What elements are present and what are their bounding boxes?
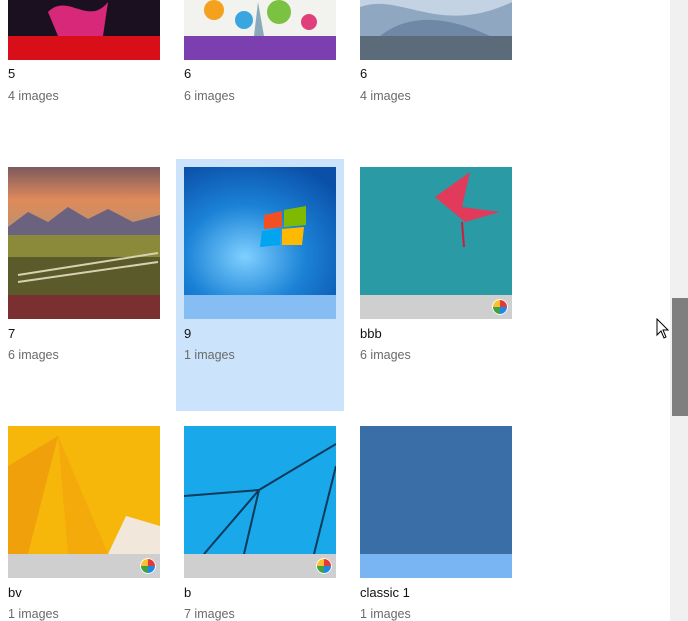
color-wheel-icon	[140, 558, 156, 574]
theme-tile-9[interactable]: 9 1 images	[184, 167, 336, 367]
theme-image-count: 1 images	[8, 607, 59, 621]
theme-name: 6	[184, 66, 192, 81]
theme-image-count: 6 images	[8, 348, 59, 362]
theme-thumbnail	[8, 426, 160, 554]
theme-name: 6	[360, 66, 368, 81]
scrollbar-thumb[interactable]	[672, 298, 688, 416]
theme-name: bbb	[360, 326, 382, 341]
theme-color-strip	[360, 554, 512, 578]
theme-image-count: 1 images	[360, 607, 411, 621]
theme-tile-classic-1[interactable]: classic 1 1 images	[360, 426, 512, 621]
theme-name: classic 1	[360, 585, 410, 600]
theme-color-strip	[8, 36, 160, 60]
theme-image-count: 7 images	[184, 607, 235, 621]
theme-color-strip	[184, 36, 336, 60]
theme-thumbnail	[360, 426, 512, 554]
theme-name: 5	[8, 66, 16, 81]
theme-thumbnail	[360, 167, 512, 295]
theme-color-strip	[184, 295, 336, 319]
theme-tile-bv[interactable]: bv 1 images	[8, 426, 160, 621]
theme-color-strip	[184, 554, 336, 578]
color-wheel-icon	[316, 558, 332, 574]
theme-color-strip	[8, 295, 160, 319]
theme-name: bv	[8, 585, 22, 600]
theme-tile-5[interactable]: 5 4 images	[8, 0, 160, 103]
theme-tile-6a[interactable]: 6 6 images	[184, 0, 336, 103]
theme-color-strip	[360, 36, 512, 60]
theme-name: b	[184, 585, 192, 600]
theme-name: 9	[184, 326, 192, 341]
vertical-scrollbar[interactable]	[670, 0, 688, 621]
mouse-pointer-icon	[656, 318, 670, 339]
theme-image-count: 6 images	[184, 89, 235, 103]
theme-image-count: 1 images	[184, 348, 235, 362]
theme-thumbnail	[8, 167, 160, 295]
theme-thumbnail	[184, 167, 336, 295]
color-wheel-icon	[492, 299, 508, 315]
theme-tile-b[interactable]: b 7 images	[184, 426, 336, 621]
theme-tile-6b[interactable]: 6 4 images	[360, 0, 512, 103]
theme-image-count: 4 images	[360, 89, 411, 103]
theme-color-strip	[8, 554, 160, 578]
theme-name: 7	[8, 326, 16, 341]
theme-image-count: 6 images	[360, 348, 411, 362]
theme-tile-bbb[interactable]: bbb 6 images	[360, 167, 512, 367]
theme-thumbnail	[184, 426, 336, 554]
theme-color-strip	[360, 295, 512, 319]
theme-image-count: 4 images	[8, 89, 59, 103]
theme-tile-7[interactable]: 7 6 images	[8, 167, 160, 367]
